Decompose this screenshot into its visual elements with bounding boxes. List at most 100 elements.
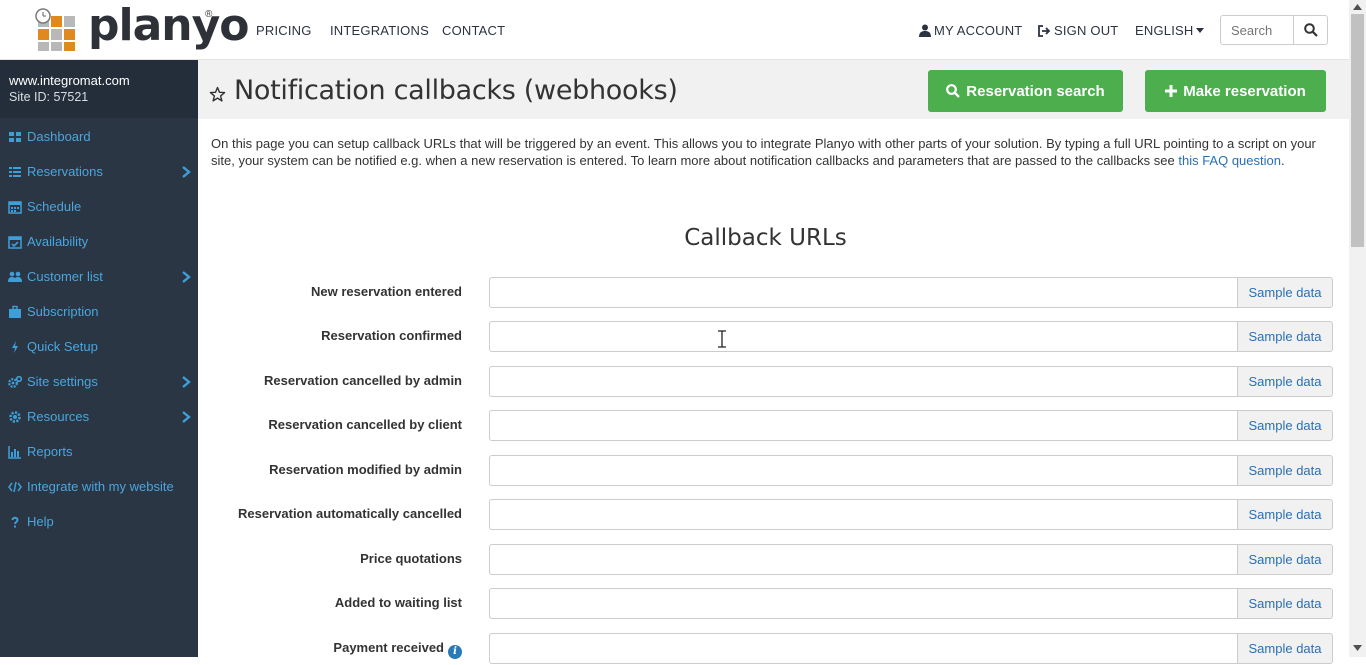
callback-label: Reservation cancelled by client (268, 417, 462, 432)
make-reservation-label: Make reservation (1183, 82, 1306, 100)
sample-data-button[interactable]: Sample data (1237, 499, 1333, 530)
callback-row-modified-by-admin: Reservation modified by admin Sample dat… (198, 455, 1349, 487)
gear-icon (9, 410, 21, 423)
sidebar-item-label: Resources (27, 409, 90, 424)
sidebar-item-label: Dashboard (27, 129, 91, 144)
sidebar-item-help[interactable]: Help (0, 504, 198, 539)
briefcase-icon (9, 305, 21, 318)
code-icon (8, 481, 22, 492)
users-icon (8, 271, 22, 282)
nav-pricing[interactable]: PRICING (256, 23, 312, 38)
callback-label: Added to waiting list (334, 595, 462, 610)
reservation-search-button[interactable]: Reservation search (928, 70, 1123, 112)
chevron-right-icon (182, 165, 191, 178)
sample-data-button[interactable]: Sample data (1237, 544, 1333, 575)
language-label: ENGLISH (1135, 23, 1194, 38)
language-dropdown[interactable]: ENGLISH (1135, 23, 1205, 38)
faq-link[interactable]: this FAQ question (1178, 153, 1281, 168)
sample-data-button[interactable]: Sample data (1237, 588, 1333, 619)
scroll-down-arrow-icon[interactable] (1353, 645, 1362, 651)
callback-label: Reservation modified by admin (269, 462, 462, 477)
my-account-link[interactable]: MY ACCOUNT (919, 23, 1022, 38)
search-button[interactable] (1293, 16, 1327, 44)
nav-integrations[interactable]: INTEGRATIONS (330, 23, 429, 38)
site-id: Site ID: 57521 (9, 90, 89, 104)
user-icon (919, 24, 931, 37)
search-icon (946, 84, 961, 98)
callback-label: Reservation automatically cancelled (238, 506, 462, 521)
sign-out-link[interactable]: SIGN OUT (1038, 23, 1118, 38)
sidebar-item-resources[interactable]: Resources (0, 399, 198, 434)
site-info: www.integromat.com Site ID: 57521 (0, 60, 198, 118)
callback-url-input[interactable] (489, 588, 1238, 619)
sidebar-item-label: Customer list (27, 269, 103, 284)
callback-row-cancelled-by-admin: Reservation cancelled by admin Sample da… (198, 366, 1349, 398)
callback-row-automatically-cancelled: Reservation automatically cancelled Samp… (198, 499, 1349, 531)
planyo-logo-mark-icon (35, 8, 75, 51)
sample-data-button[interactable]: Sample data (1237, 410, 1333, 441)
sidebar-item-label: Reports (27, 444, 73, 459)
intro-body: On this page you can setup callback URLs… (211, 136, 1316, 168)
sidebar-item-label: Quick Setup (27, 339, 98, 354)
nav-contact[interactable]: CONTACT (442, 23, 505, 38)
sidebar-item-availability[interactable]: Availability (0, 224, 198, 259)
callback-label: Reservation confirmed (321, 328, 462, 343)
callback-row-payment-received: Payment received i Sample data (198, 633, 1349, 665)
caret-down-icon (1196, 28, 1205, 33)
callback-url-input[interactable] (489, 410, 1238, 441)
chevron-right-icon (182, 270, 191, 283)
sidebar-item-reservations[interactable]: Reservations (0, 154, 198, 189)
scroll-up-arrow-icon[interactable] (1353, 4, 1362, 10)
page-scrollbar[interactable] (1349, 0, 1366, 657)
make-reservation-button[interactable]: Make reservation (1145, 70, 1326, 112)
callback-row-new-reservation: New reservation entered Sample data (198, 277, 1349, 309)
callback-url-input[interactable] (489, 277, 1238, 308)
sidebar-item-integrate[interactable]: Integrate with my website (0, 469, 198, 504)
text-cursor-icon (718, 330, 726, 348)
callback-url-input[interactable] (489, 366, 1238, 397)
star-icon[interactable] (209, 86, 226, 103)
callback-label: New reservation entered (310, 284, 462, 299)
top-search (1220, 15, 1328, 45)
sidebar: www.integromat.com Site ID: 57521 Dashbo… (0, 60, 198, 657)
sample-data-button[interactable]: Sample data (1237, 366, 1333, 397)
main-content: Notification callbacks (webhooks) Reserv… (198, 60, 1349, 664)
callback-url-input[interactable] (489, 455, 1238, 486)
intro-end: . (1280, 153, 1285, 168)
callback-row-cancelled-by-client: Reservation cancelled by client Sample d… (198, 410, 1349, 442)
section-title: Callback URLs (684, 225, 847, 251)
my-account-label: MY ACCOUNT (934, 23, 1023, 38)
registered-mark: ® (205, 9, 213, 20)
scrollbar-thumb[interactable] (1351, 14, 1364, 247)
page-title: Notification callbacks (webhooks) (234, 75, 678, 106)
sample-data-button[interactable]: Sample data (1237, 277, 1333, 308)
sidebar-item-subscription[interactable]: Subscription (0, 294, 198, 329)
callback-url-input[interactable] (489, 321, 1238, 352)
site-domain: www.integromat.com (9, 73, 130, 88)
list-icon (9, 166, 21, 177)
sidebar-item-customer-list[interactable]: Customer list (0, 259, 198, 294)
search-input[interactable] (1221, 16, 1293, 44)
callback-url-input[interactable] (489, 499, 1238, 530)
cogs-icon (8, 375, 22, 388)
bolt-icon (12, 340, 18, 353)
sidebar-item-quick-setup[interactable]: Quick Setup (0, 329, 198, 364)
sidebar-item-dashboard[interactable]: Dashboard (0, 119, 198, 154)
callback-url-input[interactable] (489, 633, 1238, 664)
sample-data-button[interactable]: Sample data (1237, 455, 1333, 486)
callback-url-input[interactable] (489, 544, 1238, 575)
callback-row-price-quotations: Price quotations Sample data (198, 544, 1349, 576)
callback-label-wrap: Payment received i (333, 640, 462, 659)
sign-out-icon (1038, 24, 1051, 37)
sidebar-item-reports[interactable]: Reports (0, 434, 198, 469)
planyo-logo[interactable]: planyo ® (34, 0, 250, 52)
sidebar-item-label: Help (27, 514, 54, 529)
calendar-check-icon (8, 235, 22, 249)
sidebar-item-label: Reservations (27, 164, 103, 179)
sample-data-button[interactable]: Sample data (1237, 633, 1333, 664)
sidebar-item-site-settings[interactable]: Site settings (0, 364, 198, 399)
sidebar-item-schedule[interactable]: Schedule (0, 189, 198, 224)
sign-out-label: SIGN OUT (1054, 23, 1119, 38)
calendar-icon (8, 200, 22, 214)
sample-data-button[interactable]: Sample data (1237, 321, 1333, 352)
